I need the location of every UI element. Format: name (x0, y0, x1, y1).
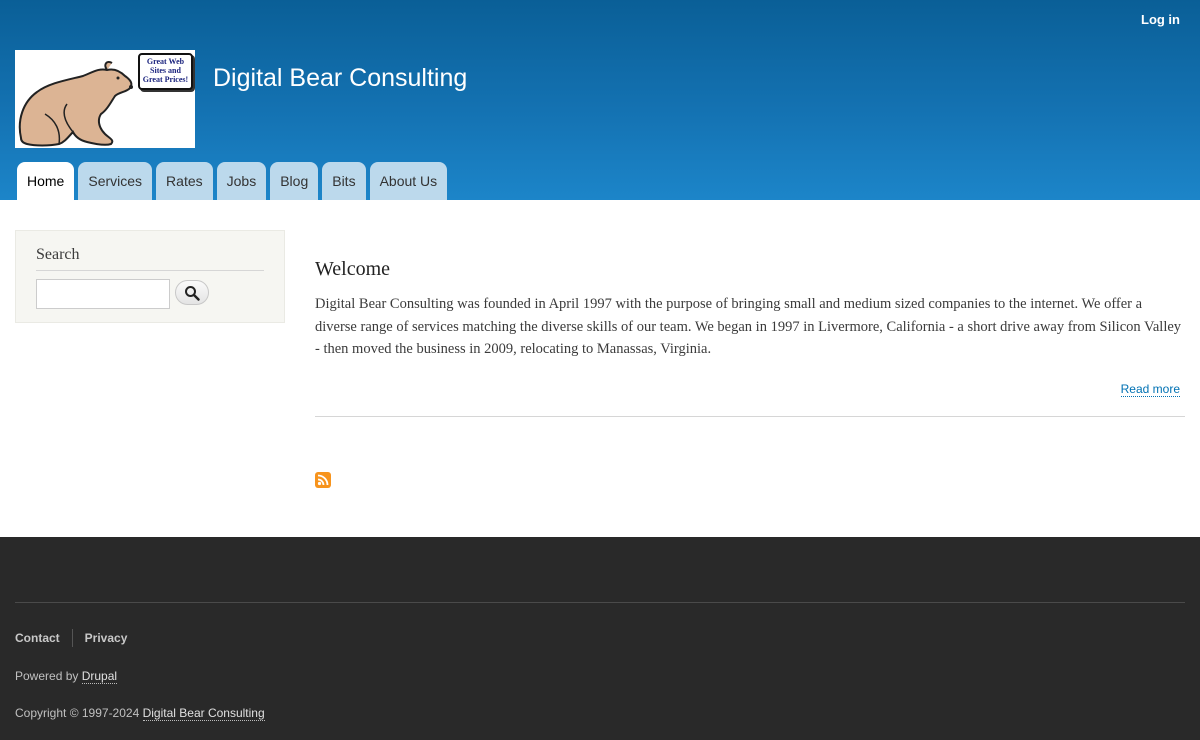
footer-menu-separator (71, 629, 73, 647)
article-body: Digital Bear Consulting was founded in A… (315, 296, 1182, 357)
site-footer: Contact Privacy Powered by Drupal Copyri… (0, 537, 1200, 740)
drupal-link[interactable]: Drupal (81, 669, 118, 684)
article-title: Welcome (315, 258, 391, 280)
tab-bits[interactable]: Bits (322, 162, 366, 200)
main-content: Welcome Digital Bear Consulting was foun… (315, 258, 1185, 488)
footer-menu: Contact Privacy (15, 629, 127, 647)
logo-sign: Great Web Sites and Great Prices! (138, 53, 193, 90)
tab-about-us[interactable]: About Us (369, 162, 448, 200)
footer-link-privacy[interactable]: Privacy (85, 631, 128, 645)
site-logo[interactable]: Great Web Sites and Great Prices! (15, 50, 195, 148)
powered-by: Powered by Drupal (15, 669, 118, 684)
tab-home[interactable]: Home (17, 162, 75, 200)
rss-glyph-icon (317, 474, 329, 486)
footer-link-contact[interactable]: Contact (15, 631, 60, 645)
tab-services[interactable]: Services (78, 162, 153, 200)
tab-blog[interactable]: Blog (270, 162, 319, 200)
footer-divider (15, 602, 1185, 603)
login-link[interactable]: Log in (1141, 12, 1180, 27)
rss-feed-icon[interactable] (315, 472, 331, 488)
powered-by-text: Powered by (15, 669, 82, 683)
main-menu-tabs: Home Services Rates Jobs Blog Bits About… (17, 162, 451, 200)
content-divider (315, 416, 1185, 417)
search-block: Search (15, 230, 285, 323)
copyright: Copyright © 1997-2024 Digital Bear Consu… (15, 706, 265, 721)
copyright-text: Copyright © 1997-2024 (15, 706, 143, 720)
search-input[interactable] (36, 279, 170, 309)
magnifier-icon (185, 285, 200, 301)
tab-jobs[interactable]: Jobs (216, 162, 267, 200)
copyright-site-link[interactable]: Digital Bear Consulting (142, 706, 265, 721)
site-name-link[interactable]: Digital Bear Consulting (213, 64, 467, 93)
search-button[interactable] (175, 280, 209, 305)
site-header: Log in Great Web Sites and Great Prices!… (0, 0, 1200, 200)
search-block-title: Search (36, 246, 264, 271)
read-more-link[interactable]: Read more (1120, 382, 1180, 397)
tab-rates[interactable]: Rates (156, 162, 213, 200)
